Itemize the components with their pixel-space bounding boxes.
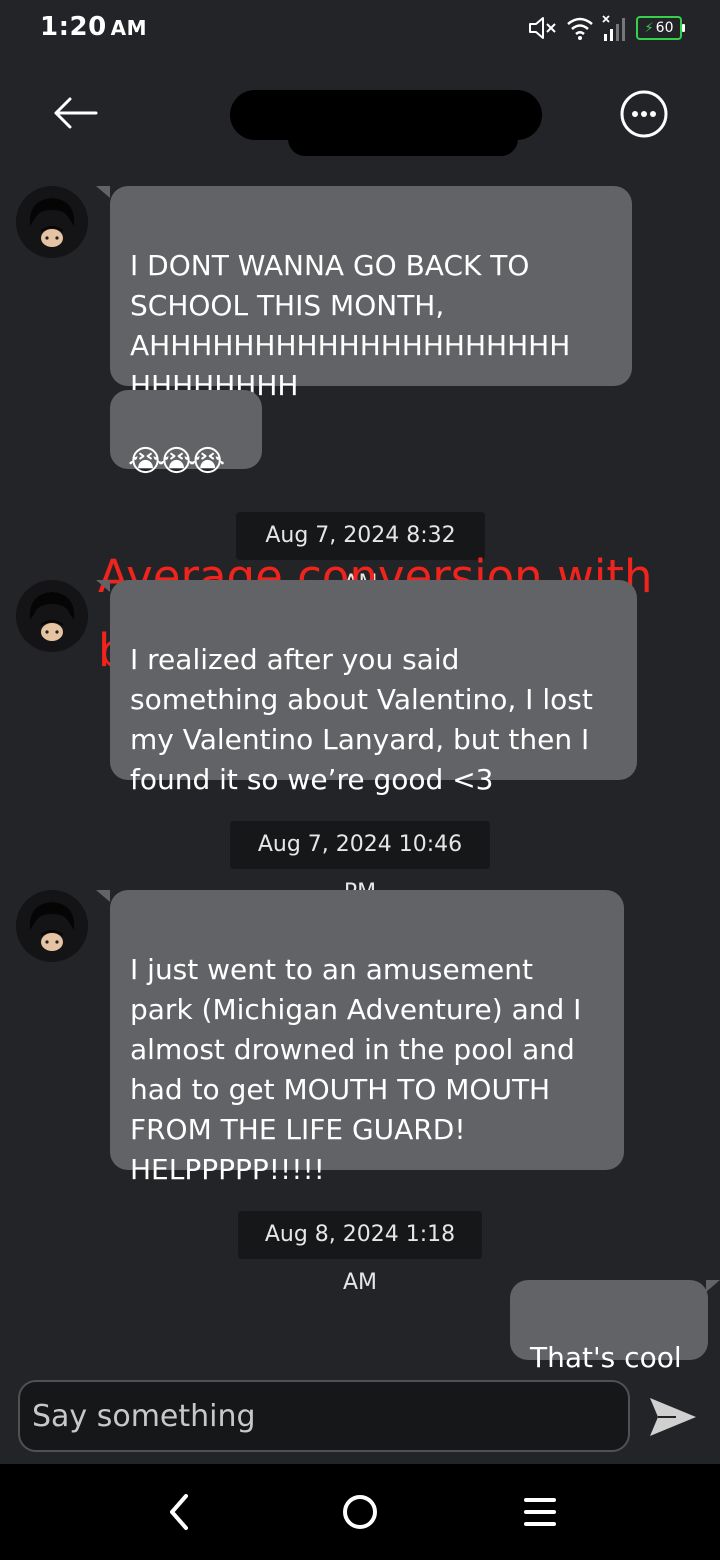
message-text: I realized after you said something abou… bbox=[130, 643, 593, 796]
nav-menu-button[interactable] bbox=[516, 1488, 564, 1536]
incoming-message-bubble: I just went to an amusement park (Michig… bbox=[96, 890, 624, 1186]
incoming-message-bubble: I realized after you said something abou… bbox=[96, 580, 637, 796]
battery-level: 60 bbox=[655, 20, 674, 36]
incoming-message-bubble: I DONT WANNA GO BACK TO SCHOOL THIS MONT… bbox=[96, 186, 632, 402]
wifi-icon bbox=[567, 17, 593, 40]
timestamp-text: Aug 8, 2024 1:18 AM bbox=[264, 1222, 456, 1295]
message-text: I DONT WANNA GO BACK TO SCHOOL THIS MONT… bbox=[130, 249, 571, 402]
status-bar: 1:20 AM ⚡ 60 bbox=[0, 0, 720, 60]
more-options-button[interactable] bbox=[620, 90, 668, 138]
timestamp-divider: Aug 8, 2024 1:18 AM bbox=[238, 1211, 482, 1295]
status-time-ampm: AM bbox=[110, 16, 148, 40]
nav-home-button[interactable] bbox=[336, 1488, 384, 1536]
speaker-muted-icon bbox=[529, 17, 556, 39]
avatar-image bbox=[16, 186, 88, 258]
nav-back-button[interactable] bbox=[156, 1488, 204, 1536]
battery-indicator: ⚡ 60 bbox=[636, 16, 685, 40]
system-nav-bar bbox=[0, 1464, 720, 1560]
avatar-image bbox=[16, 580, 88, 652]
message-input-container bbox=[18, 1380, 630, 1452]
nav-home-icon bbox=[343, 1495, 377, 1529]
timestamp-divider: Aug 7, 2024 10:46 PM bbox=[230, 821, 490, 905]
redacted-contact-name-extension bbox=[288, 122, 518, 156]
send-button[interactable] bbox=[646, 1394, 700, 1440]
charging-bolt-icon: ⚡ bbox=[644, 20, 654, 36]
status-icons: ⚡ 60 bbox=[528, 14, 685, 42]
back-button[interactable] bbox=[48, 90, 104, 136]
contact-avatar[interactable] bbox=[16, 890, 88, 962]
outgoing-message-bubble: That's cool bbox=[510, 1280, 720, 1374]
nav-menu-icon bbox=[524, 1498, 556, 1526]
nav-back-icon bbox=[170, 1494, 188, 1530]
incoming-message-bubble-emoji: 😭😭😭 bbox=[110, 390, 262, 479]
chat-header bbox=[0, 70, 720, 160]
arrow-left-icon bbox=[54, 97, 98, 129]
contact-avatar[interactable] bbox=[16, 580, 88, 652]
status-time-value: 1:20 bbox=[40, 12, 107, 42]
message-text: That's cool bbox=[530, 1341, 682, 1374]
contact-avatar[interactable] bbox=[16, 186, 88, 258]
send-icon bbox=[650, 1398, 696, 1436]
message-input[interactable] bbox=[20, 1382, 628, 1450]
avatar-image bbox=[16, 890, 88, 962]
status-time: 1:20 AM bbox=[40, 12, 147, 42]
message-text: I just went to an amusement park (Michig… bbox=[130, 953, 582, 1186]
more-horizontal-icon bbox=[620, 90, 668, 138]
signal-bars-icon bbox=[602, 15, 625, 41]
